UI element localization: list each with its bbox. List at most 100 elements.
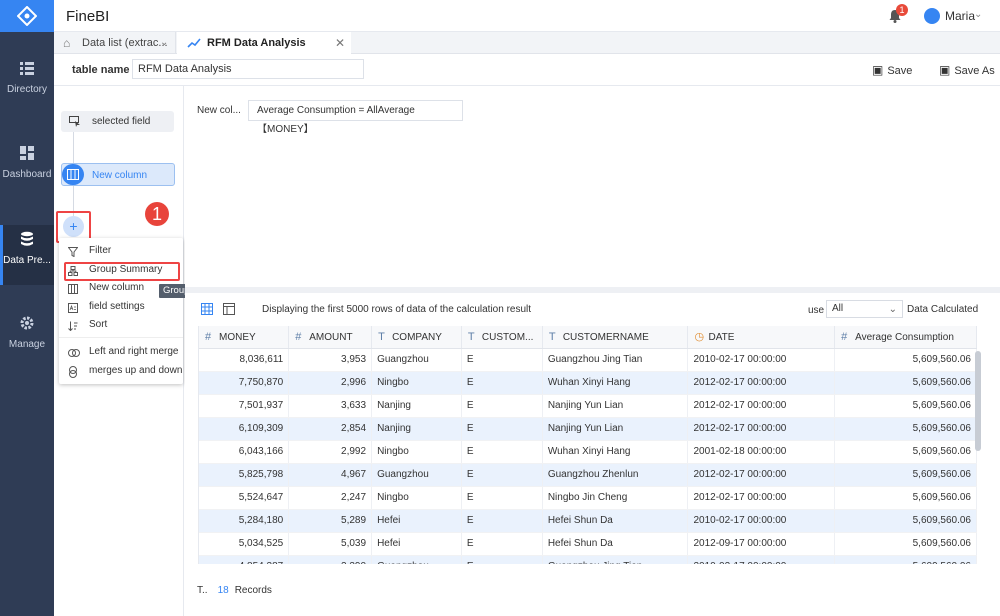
table-cell[interactable]: E [461,371,543,395]
table-cell[interactable]: 2,996 [288,371,373,395]
table-cell[interactable]: 2,992 [288,440,373,464]
formula-expression[interactable]: Average Consumption = AllAverage【MONEY】 [248,100,463,135]
use-select[interactable]: All ⌄ [826,300,903,318]
table-cell[interactable]: 4,967 [288,463,373,487]
table-cell[interactable]: 2010-02-17 00:00:00 [687,555,836,564]
table-cell[interactable]: Wuhan Xinyi Hang [542,371,689,395]
table-cell[interactable]: Nanjing Yun Lian [542,394,689,418]
vertical-scrollbar[interactable] [975,351,981,451]
save-button[interactable]: ▣ Save [872,63,912,77]
table-cell[interactable]: 2012-02-17 00:00:00 [687,394,836,418]
table-cell[interactable]: 3,953 [288,348,373,372]
table-cell[interactable]: E [461,440,543,464]
table-cell[interactable]: Ningbo [371,486,462,510]
table-cell[interactable]: 5,609,560.06 [834,371,977,395]
tab-rfm-data-analysis[interactable]: RFM Data Analysis ✕ [177,32,351,54]
column-header[interactable]: # AMOUNT [288,326,373,349]
table-name-input[interactable]: RFM Data Analysis [132,59,364,79]
menu-item-filter[interactable]: Filter [59,242,183,260]
table-cell[interactable]: 8,036,611 [199,348,290,372]
chevron-down-icon[interactable]: ⌄ [160,32,168,54]
table-cell[interactable]: 2001-02-18 00:00:00 [687,440,836,464]
table-cell[interactable]: 5,609,560.06 [834,509,977,533]
table-cell[interactable]: Ningbo [371,371,462,395]
table-cell[interactable]: 7,501,937 [199,394,290,418]
menu-item-up-down-merge[interactable]: merges up and down [59,362,183,380]
table-cell[interactable]: 2012-02-17 00:00:00 [687,486,836,510]
column-header[interactable]: T CUSTOMERNAME [542,326,689,349]
table-cell[interactable]: 5,034,525 [199,532,290,556]
table-cell[interactable]: 2012-02-17 00:00:00 [687,417,836,441]
table-cell[interactable]: 7,750,870 [199,371,290,395]
table-cell[interactable]: 5,609,560.06 [834,486,977,510]
table-cell[interactable]: Nanjing Yun Lian [542,417,689,441]
table-cell[interactable]: 5,609,560.06 [834,417,977,441]
table-cell[interactable]: 5,039 [288,532,373,556]
table-cell[interactable]: E [461,486,543,510]
table-row[interactable]: 7,750,870 2,996 Ningbo E Wuhan Xinyi Hang 201… [199,371,977,395]
column-header[interactable]: # Average Consumption [834,326,977,349]
user-name[interactable]: Maria [945,9,975,23]
table-row[interactable]: 4,854,3872,390GuangzhouEGuangzhou Jing T… [199,555,977,564]
save-as-button[interactable]: ▣ Save As [939,63,995,77]
table-cell[interactable]: Guangzhou [371,555,462,564]
avatar[interactable] [924,8,940,24]
table-cell[interactable]: E [461,463,543,487]
field-view-icon[interactable] [223,303,235,315]
table-cell[interactable]: Guangzhou Jing Tian [542,348,689,372]
column-header[interactable]: T CUSTOM... [461,326,543,349]
table-cell[interactable]: Hefei Shun Da [542,509,689,533]
table-cell[interactable]: 2,247 [288,486,373,510]
table-cell[interactable]: Hefei [371,532,462,556]
table-cell[interactable]: Guangzhou Jing Tian [542,555,689,564]
menu-item-sort[interactable]: Sort [59,316,183,334]
table-cell[interactable]: 5,609,560.06 [834,463,977,487]
column-header[interactable]: T COMPANY [371,326,462,349]
table-cell[interactable]: 2012-02-17 00:00:00 [687,371,836,395]
menu-item-left-right-merge[interactable]: Left and right merge [59,343,183,361]
nav-item-manage[interactable]: Manage [0,315,54,365]
table-cell[interactable]: 2012-09-17 00:00:00 [687,532,836,556]
table-cell[interactable]: 5,825,798 [199,463,290,487]
column-header[interactable]: # MONEY [199,326,290,349]
tab-data-list[interactable]: ⌂ Data list (extrac... ⌄ [54,32,176,54]
table-cell[interactable]: Nanjing [371,394,462,418]
table-cell[interactable]: Hefei [371,509,462,533]
step-selected-field[interactable]: selected field [61,111,174,132]
table-cell[interactable]: 6,043,166 [199,440,290,464]
table-cell[interactable]: E [461,348,543,372]
table-cell[interactable]: Ningbo [371,440,462,464]
table-cell[interactable]: Ningbo Jin Cheng [542,486,689,510]
table-cell[interactable]: E [461,555,543,564]
table-view-icon[interactable] [201,303,213,315]
table-cell[interactable]: 2,390 [288,555,373,564]
table-row[interactable]: 6,109,309 2,854 Nanjing E Nanjing Yun Lian 20… [199,417,977,441]
table-cell[interactable]: 6,109,309 [199,417,290,441]
table-cell[interactable]: 5,609,560.06 [834,394,977,418]
table-cell[interactable]: 5,609,560.06 [834,440,977,464]
table-row[interactable]: 5,524,647 2,247 Ningbo E Ningbo Jin Cheng 201… [199,486,977,510]
step-new-column[interactable]: New column [61,163,175,186]
table-cell[interactable]: Wuhan Xinyi Hang [542,440,689,464]
table-row[interactable]: 5,034,525 5,039 Hefei E Hefei Shun Da 2012-09… [199,532,977,556]
table-row[interactable]: 6,043,166 2,992 Ningbo E Wuhan Xinyi Hang 200… [199,440,977,464]
table-row[interactable]: 5,825,798 4,967 Guangzhou E Guangzhou Zhenlu… [199,463,977,487]
data-table[interactable]: # MONEY # AMOUNT T COMPANY T CUSTOM... T CUSTOMER… [198,326,977,564]
table-cell[interactable]: E [461,394,543,418]
table-cell[interactable]: 2010-02-17 00:00:00 [687,509,836,533]
table-cell[interactable]: 3,633 [288,394,373,418]
table-cell[interactable]: 5,609,560.06 [834,348,977,372]
table-cell[interactable]: Guangzhou [371,348,462,372]
table-row[interactable]: 5,284,180 5,289 Hefei E Hefei Shun Da 2010-02… [199,509,977,533]
column-header[interactable]: ◷ DATE [687,326,836,349]
nav-item-dashboard[interactable]: Dashboard [0,145,54,195]
table-cell[interactable]: 2,854 [288,417,373,441]
table-cell[interactable]: Nanjing [371,417,462,441]
table-cell[interactable]: 2010-02-17 00:00:00 [687,348,836,372]
nav-item-data-preparation[interactable]: Data Pre... [0,225,54,285]
table-cell[interactable]: 5,524,647 [199,486,290,510]
app-logo-icon[interactable] [0,0,54,32]
menu-item-field-settings[interactable]: field settings [59,298,183,316]
table-cell[interactable]: Guangzhou [371,463,462,487]
table-cell[interactable]: 5,609,560.06 [834,555,977,564]
